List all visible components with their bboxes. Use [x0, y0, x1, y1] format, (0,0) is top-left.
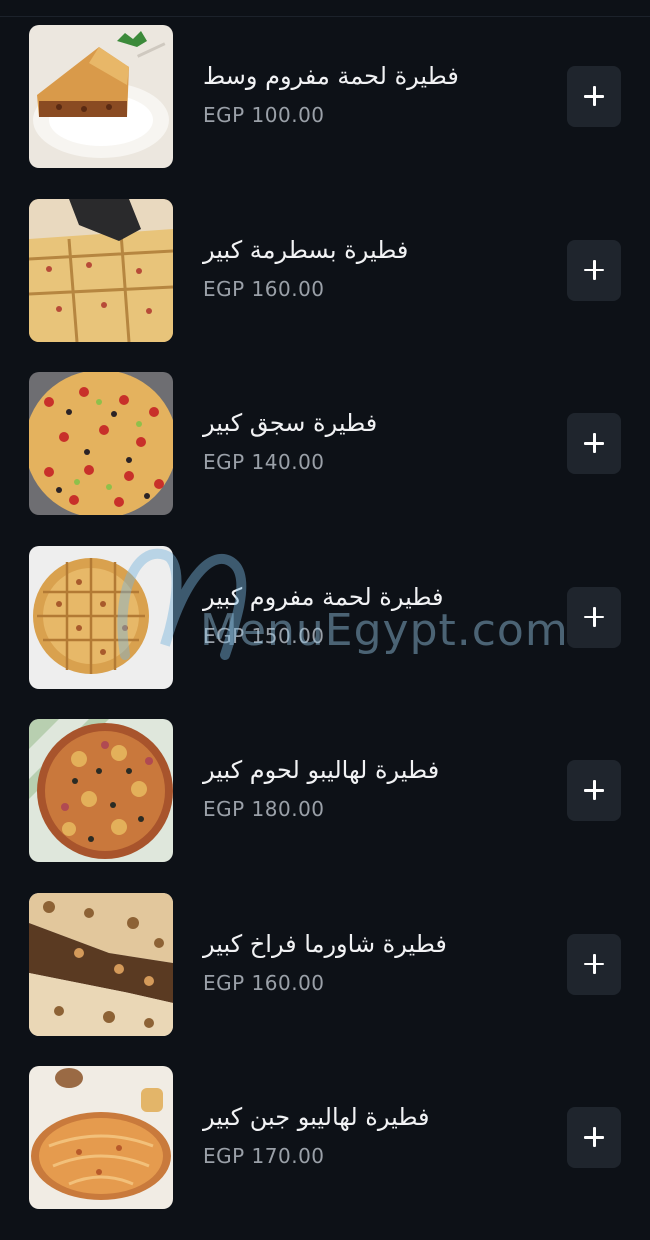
- item-price: EGP 180.00: [203, 797, 325, 821]
- item-name: فطيرة سجق كبير: [203, 409, 378, 437]
- halibo-cheese-pie-image: [29, 1066, 173, 1209]
- add-to-cart-button[interactable]: [567, 933, 621, 995]
- plus-icon: [584, 953, 604, 974]
- item-name: فطيرة بسطرمة كبير: [203, 235, 409, 264]
- item-price: EGP 160.00: [203, 276, 325, 301]
- menu-item: فطيرة لحمة مفروم كبير EGP 150.00: [0, 545, 650, 720]
- item-name: فطيرة لحمة مفروم كبير: [203, 582, 444, 611]
- meat-pie-slice-image: [29, 25, 173, 168]
- item-price: EGP 150.00: [203, 623, 325, 648]
- item-name: فطيرة لحمة مفروم وسط: [203, 62, 459, 90]
- add-to-cart-button[interactable]: [567, 1107, 621, 1168]
- item-price: EGP 160.00: [203, 970, 325, 995]
- plus-icon: [584, 606, 604, 627]
- menu-item: فطيرة شاورما فراخ كبير EGP 160.00: [0, 892, 650, 1067]
- menu-list: فطيرة لحمة مفروم وسط EGP 100.00 فطيرة بس…: [0, 25, 650, 1240]
- plus-icon: [584, 433, 604, 453]
- add-to-cart-button[interactable]: [567, 239, 621, 301]
- item-price: EGP 140.00: [203, 450, 325, 474]
- add-to-cart-button[interactable]: [567, 760, 621, 821]
- plus-icon: [584, 780, 604, 800]
- item-name: فطيرة لهاليبو جبن كبير: [203, 1103, 430, 1131]
- add-to-cart-button[interactable]: [567, 66, 621, 127]
- plus-icon: [584, 86, 604, 106]
- halibo-meat-pie-image: [29, 719, 173, 862]
- top-divider: [0, 16, 650, 17]
- sausage-pie-image: [29, 372, 173, 515]
- item-name: فطيرة شاورما فراخ كبير: [203, 929, 447, 958]
- item-price: EGP 170.00: [203, 1144, 325, 1168]
- chicken-shawarma-pie-image: [29, 892, 173, 1036]
- item-price: EGP 100.00: [203, 103, 325, 127]
- large-meat-pie-image: [29, 545, 173, 689]
- menu-item: فطيرة بسطرمة كبير EGP 160.00: [0, 198, 650, 373]
- menu-item: فطيرة لحمة مفروم وسط EGP 100.00: [0, 25, 650, 199]
- menu-item: فطيرة لهاليبو جبن كبير EGP 170.00: [0, 1066, 650, 1240]
- plus-icon: [584, 1127, 604, 1147]
- pastrami-pie-image: [29, 198, 173, 342]
- plus-icon: [584, 259, 604, 280]
- add-to-cart-button[interactable]: [567, 586, 621, 648]
- item-name: فطيرة لهاليبو لحوم كبير: [203, 756, 440, 784]
- menu-item: فطيرة سجق كبير EGP 140.00: [0, 372, 650, 546]
- add-to-cart-button[interactable]: [567, 413, 621, 474]
- menu-item: فطيرة لهاليبو لحوم كبير EGP 180.00: [0, 719, 650, 893]
